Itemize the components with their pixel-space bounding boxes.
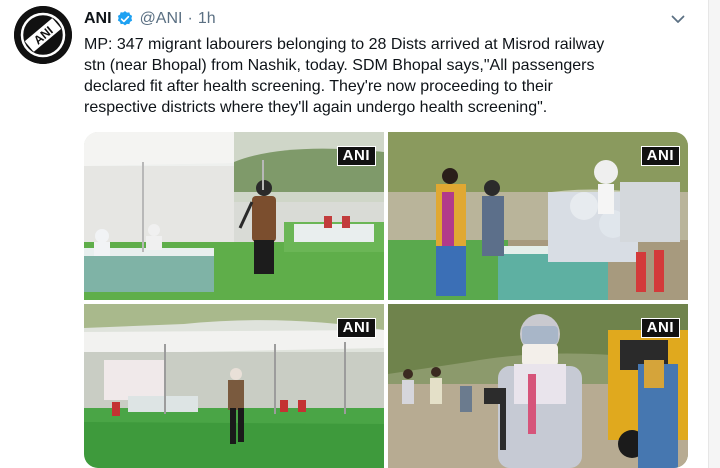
tweet-card[interactable]: ANI ANI @ANI · 1h MP: 347 migrant labour… [0, 0, 720, 468]
separator-dot: · [187, 10, 193, 27]
timestamp[interactable]: 1h [198, 10, 216, 28]
chevron-down-icon[interactable] [668, 9, 688, 29]
ani-logo-avatar[interactable]: ANI [14, 6, 72, 64]
photo-screening-desk[interactable]: ANI [84, 132, 384, 300]
tweet-text: MP: 347 migrant labourers belonging to 2… [84, 34, 684, 118]
ani-watermark: ANI [640, 318, 680, 338]
tweet-text-line: declared fit after health screening. The… [84, 78, 553, 95]
photo-passengers-queue[interactable]: ANI [388, 132, 688, 300]
author-handle[interactable]: @ANI [140, 10, 183, 28]
ani-watermark: ANI [336, 146, 376, 166]
verified-badge-icon [116, 10, 134, 28]
tweet-text-line: MP: 347 migrant labourers belonging to 2… [84, 36, 605, 53]
ani-watermark: ANI [336, 318, 376, 338]
tweet-text-line: stn (near Bhopal) from Nashik, today. SD… [84, 57, 595, 74]
media-grid: ANI ANI ANI ANI [84, 132, 688, 468]
tweet-text-line: respective districts where they'll again… [84, 99, 548, 116]
tweet-header: ANI @ANI · 1h [84, 8, 216, 30]
photo-official-interview[interactable]: ANI [388, 304, 688, 468]
photo-lawn-tents[interactable]: ANI [84, 304, 384, 468]
author-name[interactable]: ANI [84, 10, 112, 28]
ani-watermark: ANI [640, 146, 680, 166]
scrollbar[interactable] [708, 0, 720, 468]
